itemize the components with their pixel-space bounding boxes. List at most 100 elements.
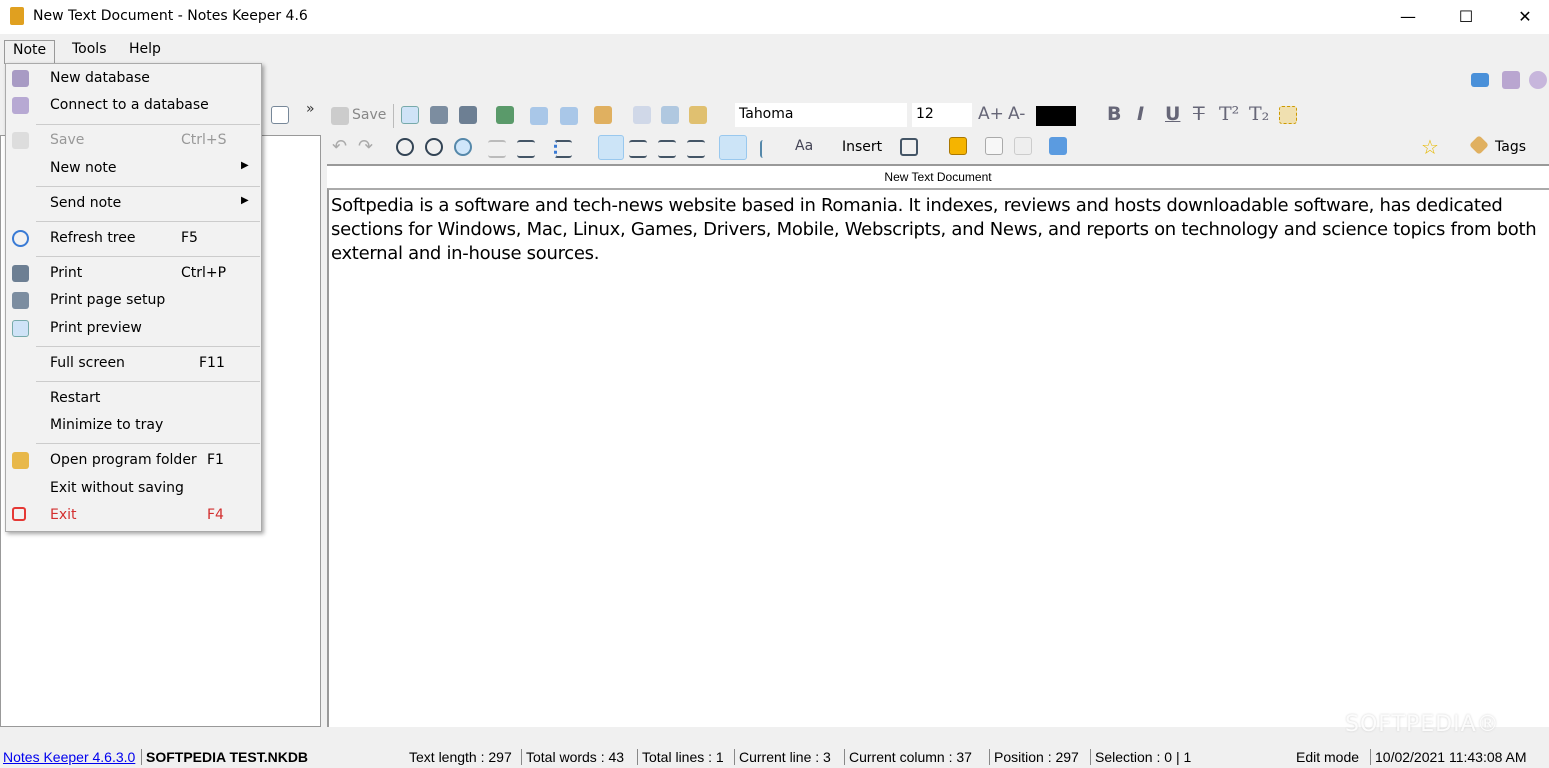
- line-spacing-icon[interactable]: [760, 140, 778, 158]
- grow-font-button[interactable]: A+: [978, 104, 1004, 124]
- menu-note[interactable]: Note: [4, 40, 56, 64]
- underline-button[interactable]: U: [1165, 103, 1180, 125]
- word-wrap-button[interactable]: [719, 135, 747, 160]
- close-button[interactable]: ✕: [1502, 0, 1548, 34]
- submenu-arrow-icon: ▶: [241, 160, 249, 171]
- tags-button[interactable]: Tags: [1495, 139, 1526, 155]
- current-column: Current column : 37: [844, 749, 972, 765]
- menu-help[interactable]: Help: [121, 40, 169, 58]
- justify-button[interactable]: [687, 140, 705, 158]
- outdent-icon[interactable]: [488, 140, 506, 158]
- toolbar-overflow-button[interactable]: »: [306, 101, 315, 117]
- bullet-list-icon[interactable]: [554, 140, 572, 158]
- menu-item-minimize-to-tray[interactable]: Minimize to tray: [6, 412, 261, 439]
- print-setup-icon: [12, 292, 29, 309]
- app-notebook-icon: [10, 7, 24, 25]
- copy-icon[interactable]: [661, 106, 679, 124]
- window-title: New Text Document - Notes Keeper 4.6: [33, 8, 308, 24]
- align-center-button[interactable]: [629, 140, 647, 158]
- note-password-icon[interactable]: [985, 137, 1003, 155]
- menu-separator: [36, 124, 260, 125]
- menu-item-send-note[interactable]: Send note ▶: [6, 190, 261, 217]
- send-mail-attach-icon[interactable]: [530, 107, 548, 125]
- lock-icon[interactable]: [949, 137, 967, 155]
- layout-toggle-icon[interactable]: [1471, 73, 1489, 87]
- calendar-icon[interactable]: [900, 138, 918, 156]
- current-line: Current line : 3: [734, 749, 831, 765]
- database-refresh-icon[interactable]: [1502, 71, 1520, 89]
- print-icon: [12, 265, 29, 282]
- menu-separator: [36, 443, 260, 444]
- total-lines: Total lines : 1: [637, 749, 724, 765]
- save-disk-icon: [331, 107, 349, 125]
- maximize-button[interactable]: ☐: [1443, 0, 1489, 34]
- text-case-button[interactable]: Aa: [795, 138, 813, 154]
- align-right-button[interactable]: [658, 140, 676, 158]
- print-setup-icon[interactable]: [430, 106, 448, 124]
- shrink-font-button[interactable]: A-: [1008, 104, 1025, 124]
- export-image-icon[interactable]: [496, 106, 514, 124]
- tag-icon[interactable]: [1469, 135, 1489, 155]
- menu-item-open-program-folder[interactable]: Open program folder F1: [6, 447, 261, 474]
- text-color-picker[interactable]: [1036, 106, 1076, 126]
- indent-icon[interactable]: [517, 140, 535, 158]
- subscript-button[interactable]: T₂: [1249, 103, 1269, 125]
- menu-item-full-screen[interactable]: Full screen F11: [6, 350, 261, 377]
- insert-button[interactable]: Insert: [842, 139, 882, 155]
- zoom-out-icon[interactable]: [425, 138, 443, 156]
- print-icon[interactable]: [459, 106, 477, 124]
- menu-item-new-note[interactable]: New note ▶: [6, 155, 261, 182]
- menu-item-restart[interactable]: Restart: [6, 385, 261, 412]
- note-dropdown-menu: New database Connect to a database Save C…: [5, 63, 262, 532]
- undo-icon[interactable]: ↶: [332, 136, 347, 157]
- menu-bar: Note Tools Help: [0, 36, 1549, 64]
- send-mail-icon[interactable]: [560, 107, 578, 125]
- paste-icon[interactable]: [689, 106, 707, 124]
- note-title-header: New Text Document: [327, 164, 1549, 188]
- version-link[interactable]: Notes Keeper 4.6.3.0: [3, 749, 135, 765]
- italic-button[interactable]: I: [1137, 103, 1144, 125]
- menu-item-refresh-tree[interactable]: Refresh tree F5: [6, 225, 261, 252]
- find-in-note-icon[interactable]: [271, 106, 289, 124]
- text-length: Text length : 297: [409, 749, 512, 765]
- database-name: SOFTPEDIA TEST.NKDB: [141, 749, 308, 765]
- separator: [393, 104, 394, 128]
- cut-icon[interactable]: [633, 106, 651, 124]
- position: Position : 297: [989, 749, 1079, 765]
- folder-icon: [12, 452, 29, 469]
- note-editor[interactable]: Softpedia is a software and tech-news we…: [327, 188, 1549, 727]
- status-bar: Notes Keeper 4.6.3.0 SOFTPEDIA TEST.NKDB…: [0, 745, 1549, 768]
- blank-note-icon[interactable]: [1014, 137, 1032, 155]
- menu-item-save: Save Ctrl+S: [6, 127, 261, 154]
- print-preview-icon[interactable]: [401, 106, 419, 124]
- favorite-star-icon[interactable]: ☆: [1421, 135, 1439, 159]
- menu-item-print-page-setup[interactable]: Print page setup: [6, 287, 261, 314]
- settings-gear-icon[interactable]: [1529, 71, 1547, 89]
- redo-icon[interactable]: ↷: [358, 136, 373, 157]
- superscript-button[interactable]: T²: [1219, 103, 1239, 125]
- zoom-reset-icon[interactable]: [454, 138, 472, 156]
- preview-icon: [12, 320, 29, 337]
- font-family-select[interactable]: Tahoma: [735, 103, 907, 127]
- menu-item-new-database[interactable]: New database: [6, 65, 261, 92]
- align-left-button[interactable]: [598, 135, 624, 160]
- menu-item-print[interactable]: Print Ctrl+P: [6, 260, 261, 287]
- ruler-icon[interactable]: [594, 106, 612, 124]
- menu-separator: [36, 256, 260, 257]
- font-size-select[interactable]: 12: [912, 103, 972, 127]
- save-icon: [12, 132, 29, 149]
- menu-item-exit[interactable]: Exit F4: [6, 502, 261, 529]
- exit-icon: [12, 507, 26, 521]
- menu-item-connect-database[interactable]: Connect to a database: [6, 92, 261, 119]
- menu-item-print-preview[interactable]: Print preview: [6, 315, 261, 342]
- zoom-in-icon[interactable]: [396, 138, 414, 156]
- bold-button[interactable]: B: [1107, 103, 1121, 125]
- minimize-button[interactable]: —: [1385, 0, 1431, 34]
- strikethrough-button[interactable]: T: [1193, 103, 1205, 125]
- softpedia-watermark: SOFTPEDIA®: [1345, 712, 1500, 737]
- clear-format-icon[interactable]: [1279, 106, 1297, 124]
- info-icon[interactable]: [1049, 137, 1067, 155]
- menu-item-exit-without-saving[interactable]: Exit without saving: [6, 475, 261, 502]
- menu-tools[interactable]: Tools: [64, 40, 115, 58]
- save-button[interactable]: Save: [352, 107, 386, 123]
